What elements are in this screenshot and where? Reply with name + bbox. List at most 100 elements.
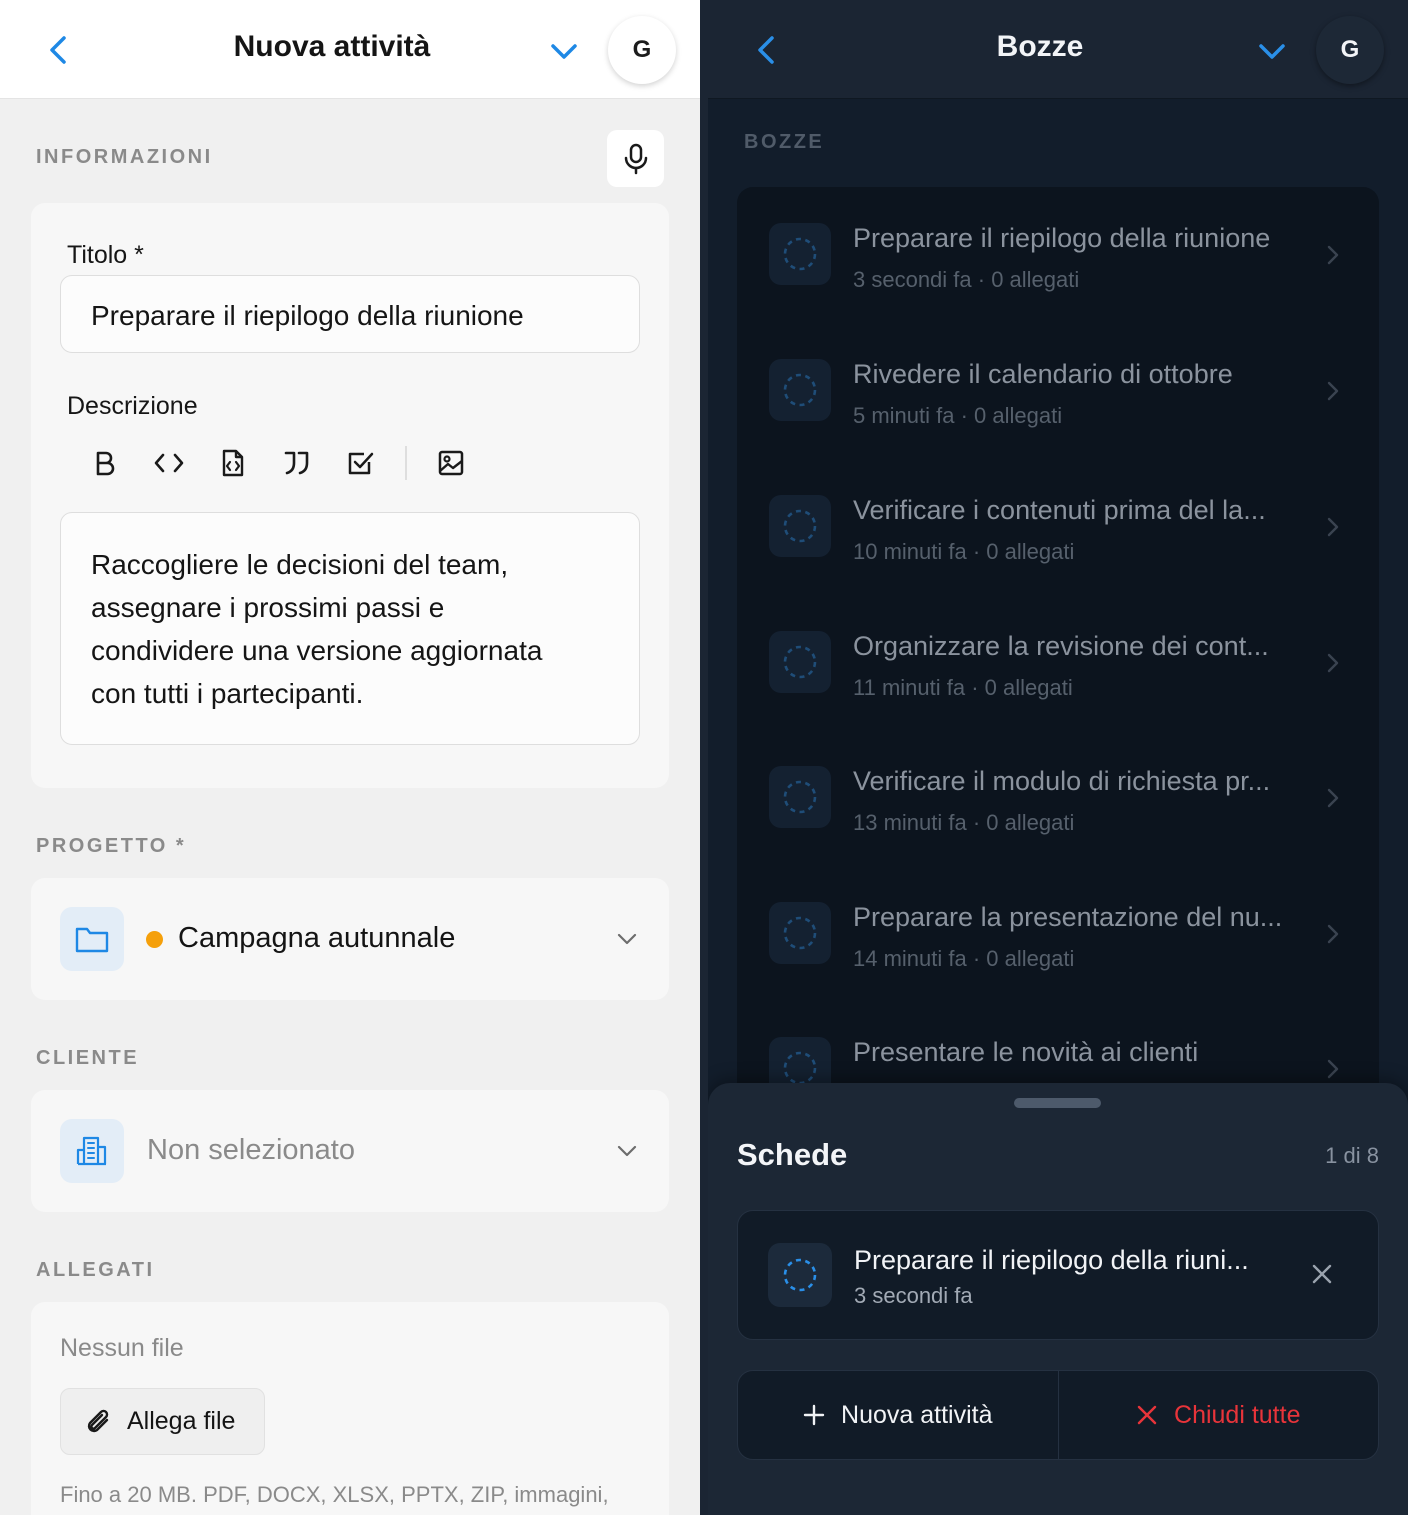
section-label-attachments: ALLEGATI [36, 1259, 155, 1281]
draft-status-icon [769, 631, 831, 693]
bold-button[interactable] [73, 437, 137, 489]
project-select[interactable]: Campagna autunnale [31, 878, 669, 1000]
draft-status-icon [768, 1243, 832, 1307]
title-input[interactable]: Preparare il riepilogo della riunione [60, 275, 640, 353]
draft-status-icon [769, 766, 831, 828]
project-color-dot [146, 931, 163, 948]
sheet-actions: Nuova attività Chiudi tutte [737, 1370, 1379, 1460]
drafts-panel: Bozze G BOZZE Preparare il riepilogo del… [708, 0, 1408, 1515]
attach-file-button[interactable]: Allega file [60, 1388, 265, 1455]
tab-title: Preparare il riepilogo della riuni... [854, 1245, 1249, 1275]
close-icon [1137, 1405, 1157, 1425]
chevron-down-icon[interactable] [1253, 34, 1291, 68]
folder-icon-box [60, 907, 124, 971]
section-label-drafts: BOZZE [744, 131, 825, 153]
draft-status-icon [769, 495, 831, 557]
toolbar-divider [405, 446, 407, 480]
image-button[interactable] [419, 437, 483, 489]
close-icon[interactable] [1310, 1262, 1334, 1286]
draft-title: Verificare i contenuti prima del la... [853, 495, 1266, 525]
list-item[interactable]: Organizzare la revisione dei cont... 11 … [737, 595, 1379, 731]
attachments-card: Nessun file Allega file Fino a 20 MB. PD… [31, 1302, 669, 1515]
section-label-project: PROGETTO * [36, 835, 187, 857]
draft-meta: 10 minuti fa · 0 allegati [853, 539, 1075, 564]
microphone-icon [624, 143, 647, 174]
draft-title: Rivedere il calendario di ottobre [853, 359, 1233, 389]
checkbox-button[interactable] [329, 437, 393, 489]
code-block-icon [222, 449, 244, 477]
list-item[interactable]: Verificare il modulo di richiesta pr... … [737, 730, 1379, 866]
draft-status-icon [769, 223, 831, 285]
draft-status-icon [769, 359, 831, 421]
draft-title: Presentare le novità ai clienti [853, 1037, 1199, 1067]
tab-meta: 3 secondi fa [854, 1283, 973, 1308]
open-tab-item[interactable]: Preparare il riepilogo della riuni... 3 … [737, 1210, 1379, 1340]
sheet-drag-handle[interactable] [1014, 1098, 1101, 1108]
left-header: Nuova attività G [0, 0, 700, 99]
draft-title: Preparare il riepilogo della riunione [853, 223, 1271, 253]
chevron-down-icon[interactable] [545, 34, 583, 68]
code-icon [154, 453, 184, 473]
building-icon-box [60, 1119, 124, 1183]
draft-title: Organizzare la revisione dei cont... [853, 631, 1269, 661]
description-line: con tutti i partecipanti. [91, 678, 364, 709]
chevron-right-icon [1327, 1059, 1339, 1079]
title-label: Titolo * [67, 241, 144, 269]
attach-file-label: Allega file [127, 1407, 236, 1435]
list-item[interactable]: Verificare i contenuti prima del la... 1… [737, 459, 1379, 595]
draft-meta: 11 minuti fa · 0 allegati [853, 675, 1073, 700]
no-files-text: Nessun file [60, 1334, 184, 1362]
chevron-down-icon [617, 1145, 637, 1157]
right-header: Bozze G [708, 0, 1408, 99]
description-line: condividere una versione aggiornata [91, 635, 543, 666]
chevron-right-icon [1327, 788, 1339, 808]
chevron-right-icon [1327, 517, 1339, 537]
chevron-right-icon [1327, 245, 1339, 265]
quote-icon [284, 451, 309, 475]
draft-title: Preparare la presentazione del nu... [853, 902, 1283, 932]
close-all-button[interactable]: Chiudi tutte [1059, 1371, 1379, 1459]
tab-count: 1 di 8 [1325, 1143, 1379, 1168]
list-item[interactable]: Preparare il riepilogo della riunione 3 … [737, 187, 1379, 323]
folder-icon [75, 927, 109, 953]
bold-icon [96, 451, 115, 476]
attachments-hint: Fino a 20 MB. PDF, DOCX, XLSX, PPTX, ZIP… [60, 1482, 609, 1507]
paperclip-icon [87, 1409, 109, 1432]
building-icon [76, 1136, 107, 1166]
checkbox-icon [348, 452, 374, 475]
description-label: Descrizione [67, 392, 198, 420]
draft-meta: 13 minuti fa · 0 allegati [853, 810, 1075, 835]
project-name: Campagna autunnale [178, 922, 456, 954]
avatar[interactable]: G [608, 16, 676, 84]
plus-icon [803, 1404, 825, 1426]
chevron-right-icon [1327, 381, 1339, 401]
client-select[interactable]: Non selezionato [31, 1090, 669, 1212]
chevron-right-icon [1327, 924, 1339, 944]
draft-meta: 3 secondi fa · 0 allegati [853, 267, 1080, 292]
draft-meta: 14 minuti fa · 0 allegati [853, 946, 1075, 971]
list-item[interactable]: Rivedere il calendario di ottobre 5 minu… [737, 323, 1379, 459]
chevron-right-icon [1327, 653, 1339, 673]
quote-button[interactable] [265, 437, 329, 489]
code-button[interactable] [137, 437, 201, 489]
client-value: Non selezionato [147, 1134, 355, 1166]
draft-status-icon [769, 902, 831, 964]
draft-meta: 5 minuti fa · 0 allegati [853, 403, 1063, 428]
close-all-label: Chiudi tutte [1174, 1400, 1301, 1429]
section-label-info: INFORMAZIONI [36, 146, 213, 168]
new-task-button[interactable]: Nuova attività [738, 1371, 1059, 1459]
info-card: Titolo * Preparare il riepilogo della ri… [31, 203, 669, 788]
sheet-title: Schede [737, 1137, 848, 1172]
drafts-list: Preparare il riepilogo della riunione 3 … [737, 187, 1379, 1187]
tabs-bottom-sheet: Schede 1 di 8 Preparare il riepilogo del… [708, 1083, 1408, 1515]
image-icon [438, 450, 464, 476]
list-item[interactable]: Preparare la presentazione del nu... 14 … [737, 866, 1379, 1002]
voice-input-button[interactable] [607, 130, 664, 187]
avatar[interactable]: G [1316, 16, 1384, 84]
section-label-client: CLIENTE [36, 1047, 140, 1069]
formatting-toolbar [73, 437, 483, 489]
description-input[interactable]: Raccogliere le decisioni del team, asseg… [60, 512, 640, 745]
code-block-button[interactable] [201, 437, 265, 489]
chevron-down-icon [617, 933, 637, 945]
description-line: Raccogliere le decisioni del team, [91, 549, 509, 580]
